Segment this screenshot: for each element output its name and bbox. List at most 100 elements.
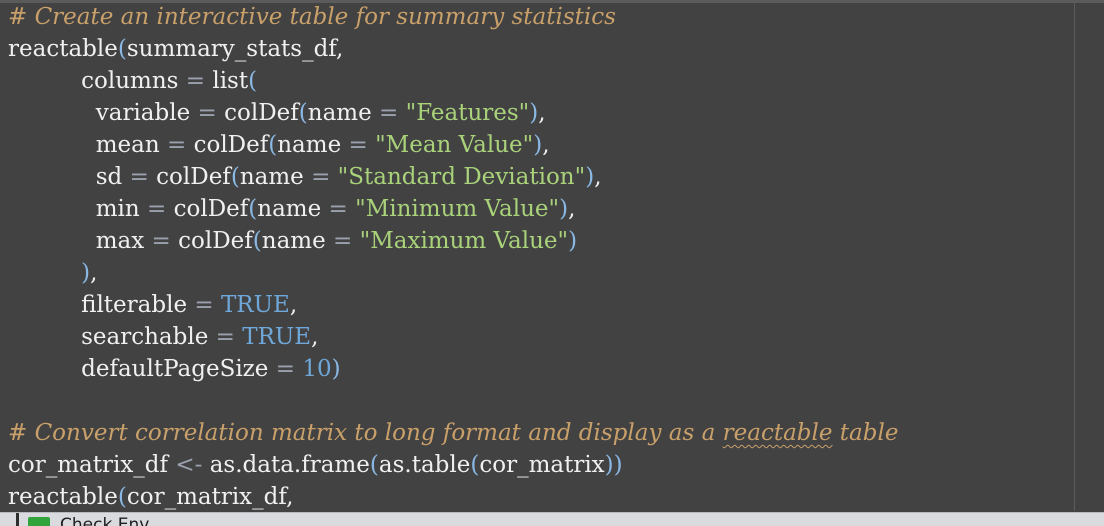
code-token: ( [248, 68, 258, 94]
code-token: ( [230, 164, 240, 190]
code-editor[interactable]: # Create an interactive table for summar… [0, 0, 1104, 526]
code-token: list [205, 68, 249, 94]
code-token: <- [175, 452, 203, 478]
code-line[interactable]: filterable = TRUE, [0, 289, 1074, 321]
code-token: , [568, 196, 576, 222]
code-token: ( [369, 452, 379, 478]
code-token: sd [8, 164, 130, 190]
code-token: colDef [166, 196, 249, 222]
code-token: TRUE [242, 324, 312, 350]
code-line[interactable]: sd = colDef(name = "Standard Deviation")… [0, 161, 1074, 193]
code-line[interactable]: max = colDef(name = "Maximum Value") [0, 225, 1074, 257]
code-token: "Features" [405, 100, 530, 126]
code-token: ( [117, 36, 127, 62]
code-token: = [147, 196, 167, 222]
code-line[interactable]: searchable = TRUE, [0, 321, 1074, 353]
code-token: ) [81, 260, 91, 286]
code-token: ( [298, 100, 308, 126]
code-token: summary_stats_df, [126, 36, 344, 62]
code-token: ( [252, 228, 262, 254]
code-token: , [90, 260, 98, 286]
code-token: TRUE [220, 292, 290, 318]
panel-gutter [16, 513, 19, 526]
code-token: , [311, 324, 319, 350]
code-token: = [311, 164, 331, 190]
code-line[interactable]: reactable(summary_stats_df, [0, 33, 1074, 65]
code-line[interactable]: mean = colDef(name = "Mean Value"), [0, 129, 1074, 161]
code-line[interactable]: variable = colDef(name = "Features"), [0, 97, 1074, 129]
code-token: = [379, 100, 399, 126]
code-token: min [8, 196, 148, 222]
code-token: = [129, 164, 149, 190]
code-token: ( [268, 132, 278, 158]
code-token: name [261, 228, 334, 254]
code-token: ) [559, 196, 569, 222]
code-token: , [594, 164, 602, 190]
code-token: "Minimum Value" [355, 196, 560, 222]
code-token: as.data.frame [202, 452, 370, 478]
code-token: reactable [722, 420, 833, 446]
code-line[interactable]: reactable(cor_matrix_df, [0, 481, 1074, 513]
code-token: cor_matrix [479, 452, 605, 478]
code-token: = [215, 324, 235, 350]
code-token: filterable [8, 292, 195, 318]
code-line[interactable]: ​ [0, 385, 1074, 417]
code-token: searchable [8, 324, 216, 350]
code-token: colDef [216, 100, 299, 126]
code-line[interactable]: min = colDef(name = "Minimum Value"), [0, 193, 1074, 225]
code-token: cor_matrix_df [8, 452, 176, 478]
bottom-panel: Check Env [0, 512, 1104, 526]
code-token: ( [470, 452, 480, 478]
code-line[interactable]: # Create an interactive table for summar… [0, 1, 1074, 33]
code-token: colDef [148, 164, 231, 190]
panel-label[interactable]: Check Env [60, 515, 149, 526]
code-token: ) [529, 100, 539, 126]
code-line[interactable]: # Convert correlation matrix to long for… [0, 417, 1074, 449]
code-token: name [239, 164, 312, 190]
code-token: # Convert correlation matrix to long for… [8, 420, 723, 446]
code-token: ) [533, 132, 543, 158]
code-token: , [538, 100, 546, 126]
code-token: = [167, 132, 187, 158]
code-token: reactable [8, 36, 118, 62]
code-token: ) [331, 356, 341, 382]
code-token: variable [8, 100, 198, 126]
code-token: = [151, 228, 171, 254]
code-token: columns [8, 68, 186, 94]
code-token: max [8, 228, 152, 254]
code-line[interactable]: ), [0, 257, 1074, 289]
code-token: , [542, 132, 550, 158]
code-token: reactable [8, 484, 118, 510]
code-line[interactable]: defaultPageSize = 10) [0, 353, 1074, 385]
code-area[interactable]: # Create an interactive table for summar… [0, 1, 1074, 513]
code-token: name [277, 132, 349, 158]
code-token: name [257, 196, 329, 222]
code-line[interactable]: cor_matrix_df <- as.data.frame(as.table(… [0, 449, 1074, 481]
code-token: ( [117, 484, 127, 510]
code-token: = [275, 356, 296, 382]
code-token: = [185, 68, 206, 94]
code-token: cor_matrix_df, [126, 484, 294, 510]
check-icon[interactable] [28, 517, 50, 526]
code-token: colDef [170, 228, 253, 254]
code-token: = [348, 132, 368, 158]
code-line[interactable]: columns = list( [0, 65, 1074, 97]
code-token: ( [248, 196, 258, 222]
code-token: = [194, 292, 214, 318]
code-token: = [197, 100, 217, 126]
code-token: # Create an interactive table for summar… [8, 4, 616, 30]
code-token: name [307, 100, 380, 126]
code-token: = [333, 228, 353, 254]
margin-guide [1074, 3, 1075, 511]
code-token: ) [585, 164, 595, 190]
code-token: , [289, 292, 298, 318]
code-token: as.table [378, 452, 471, 478]
code-token: "Standard Deviation" [337, 164, 586, 190]
code-token: 10 [302, 356, 332, 382]
code-token: ) [568, 228, 578, 254]
code-token: "Maximum Value" [359, 228, 569, 254]
code-token: colDef [186, 132, 269, 158]
